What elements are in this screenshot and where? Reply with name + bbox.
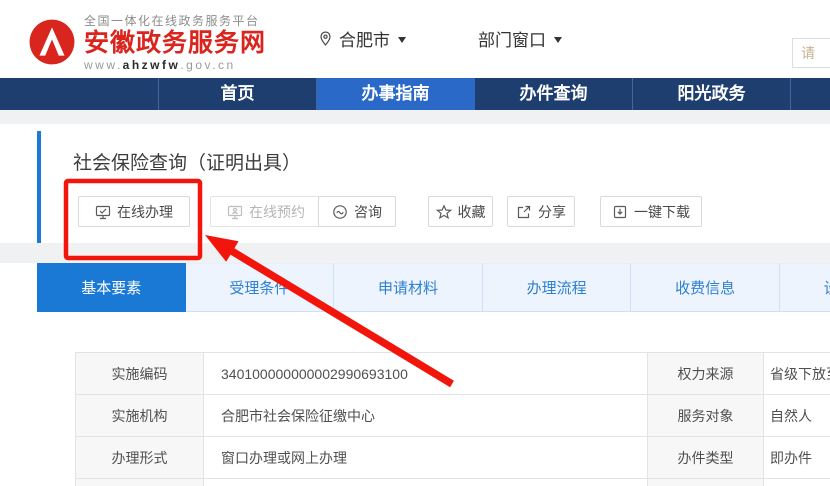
divider-strip xyxy=(0,110,830,124)
table-label: 实施编码 xyxy=(76,353,204,394)
logo-text: 全国一体化在线政务服务平台 安徽政务服务网 www.ahzwfw.gov.cn xyxy=(84,12,266,72)
table-label: 实施机构 xyxy=(76,395,204,436)
table-value: 自然人 xyxy=(764,395,830,436)
table-label: 服务对象 xyxy=(648,395,764,436)
chevron-down-icon xyxy=(554,36,562,47)
table-label xyxy=(76,479,204,486)
site-logo[interactable]: 全国一体化在线政务服务平台 安徽政务服务网 www.ahzwfw.gov.cn xyxy=(28,12,266,72)
download-button[interactable]: 一键下载 xyxy=(600,196,702,227)
share-icon xyxy=(517,205,531,218)
action-label: 在线办理 xyxy=(117,203,173,220)
main-nav: 首页 办事指南 办件查询 阳光政务 xyxy=(0,78,830,110)
share-button[interactable]: 分享 xyxy=(507,196,575,227)
monitor-user-icon xyxy=(227,205,243,219)
city-selector-label: 合肥市 xyxy=(339,31,390,50)
table-row: 实施机构 合肥市社会保险征缴中心 服务对象 自然人 xyxy=(76,395,830,437)
chat-bubble-icon xyxy=(333,204,347,219)
consult-button[interactable]: 咨询 xyxy=(318,196,396,227)
table-value xyxy=(204,479,648,486)
table-value xyxy=(764,479,830,486)
site-name: 安徽政务服务网 xyxy=(84,29,267,57)
table-value: 即办件 xyxy=(764,437,830,478)
platform-tagline: 全国一体化在线政务服务平台 xyxy=(84,14,260,28)
department-selector[interactable]: 部门窗口 xyxy=(472,26,562,51)
table-value: 窗口办理或网上办理 xyxy=(204,437,648,478)
online-handle-button[interactable]: 在线办理 xyxy=(78,196,190,227)
tab-fee-info[interactable]: 收费信息 xyxy=(631,263,780,312)
nav-item-guide[interactable]: 办事指南 xyxy=(317,78,475,110)
title-accent-bar xyxy=(37,131,41,243)
table-value: 合肥市社会保险征缴中心 xyxy=(204,395,648,436)
logo-icon xyxy=(29,19,75,65)
nav-item-query[interactable]: 办件查询 xyxy=(475,78,633,110)
nav-item-sunshine[interactable]: 阳光政务 xyxy=(633,78,791,110)
tab-setting-basis[interactable]: 设定依据 xyxy=(779,263,830,312)
action-label: 收藏 xyxy=(457,203,486,220)
page-title: 社会保险查询（证明出具） xyxy=(73,153,302,174)
tab-acceptance-conditions[interactable]: 受理条件 xyxy=(185,263,335,312)
page: 全国一体化在线政务服务平台 安徽政务服务网 www.ahzwfw.gov.cn … xyxy=(0,0,830,486)
tab-basic-elements[interactable]: 基本要素 xyxy=(37,263,186,312)
table-value: 省级下放至 xyxy=(764,353,830,394)
city-selector[interactable]: 合肥市 xyxy=(318,26,406,51)
tab-application-materials[interactable]: 申请材料 xyxy=(334,263,483,312)
location-pin-icon xyxy=(320,31,331,46)
search-input[interactable] xyxy=(792,38,830,68)
tab-process-flow[interactable]: 办理流程 xyxy=(482,263,632,312)
table-label: 权力来源 xyxy=(648,353,764,394)
divider-strip xyxy=(0,243,830,263)
site-url: www.ahzwfw.gov.cn xyxy=(84,57,236,72)
department-selector-label: 部门窗口 xyxy=(478,31,546,50)
action-label: 分享 xyxy=(538,203,566,220)
table-row: 实施编码 340100000000002990693100 权力来源 省级下放至 xyxy=(76,353,830,395)
action-label: 咨询 xyxy=(354,203,382,220)
monitor-check-icon xyxy=(95,205,111,219)
table-label xyxy=(648,479,764,486)
table-row: 办理形式 窗口办理或网上办理 办件类型 即办件 xyxy=(76,437,830,479)
table-value: 340100000000002990693100 xyxy=(204,353,648,394)
guide-tabs: 基本要素 受理条件 申请材料 办理流程 收费信息 设定依据 xyxy=(37,263,830,312)
table-label: 办件类型 xyxy=(648,437,764,478)
download-icon xyxy=(613,205,627,218)
table-row xyxy=(76,479,830,486)
nav-item-home[interactable]: 首页 xyxy=(158,78,317,110)
chevron-down-icon xyxy=(398,36,406,47)
online-reserve-button[interactable]: 在线预约 xyxy=(210,196,322,227)
action-label: 一键下载 xyxy=(634,203,690,220)
favorite-button[interactable]: 收藏 xyxy=(428,196,493,227)
action-label: 在线预约 xyxy=(249,203,305,220)
star-icon xyxy=(435,203,452,219)
service-details-table: 实施编码 340100000000002990693100 权力来源 省级下放至… xyxy=(75,352,830,486)
table-label: 办理形式 xyxy=(76,437,204,478)
